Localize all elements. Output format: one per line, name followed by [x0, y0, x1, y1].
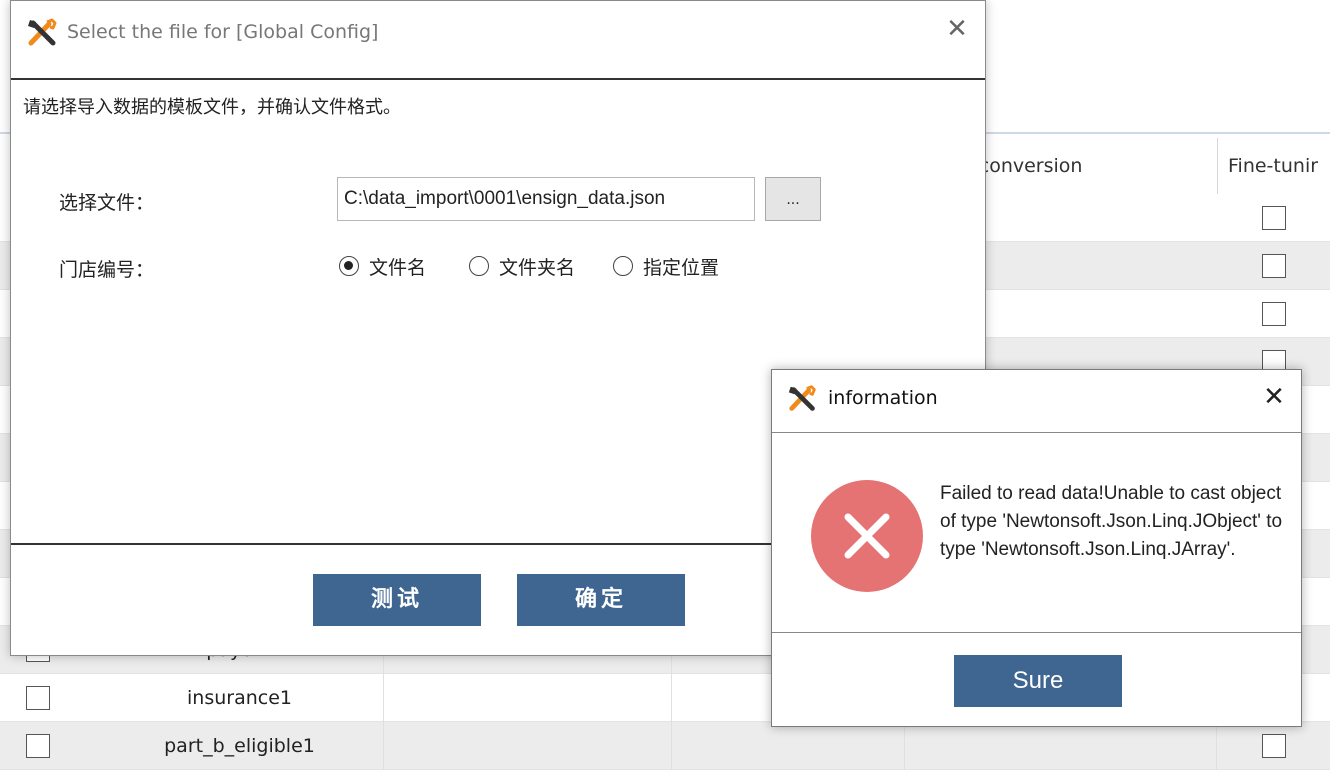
close-icon[interactable]: ✕: [945, 16, 969, 42]
file-path-input[interactable]: C:\data_import\0001\ensign_data.json: [337, 177, 755, 221]
radio-circle[interactable]: [469, 256, 489, 276]
row-checkbox[interactable]: [1262, 734, 1286, 758]
radio-label: 文件夹名: [499, 257, 576, 279]
info-title-divider: [772, 432, 1301, 433]
title-divider: [11, 78, 985, 80]
radio-label: 文件名: [369, 257, 427, 279]
row-checkbox[interactable]: [1262, 302, 1286, 326]
info-footer-divider: [772, 632, 1301, 633]
store-number-label: 门店编号：: [59, 259, 155, 281]
row-checkbox[interactable]: [26, 686, 50, 710]
close-icon[interactable]: ✕: [1262, 384, 1286, 410]
row-cell: [905, 722, 1217, 770]
column-header-fine-tuning[interactable]: Fine-tunir: [1217, 138, 1330, 194]
row-checkbox[interactable]: [1262, 254, 1286, 278]
browse-button[interactable]: ...: [765, 177, 821, 221]
row-cell: [384, 674, 672, 722]
instruction-text: 请选择导入数据的模板文件，并确认文件格式。: [23, 97, 401, 118]
row-field-name: part_b_eligible1: [96, 722, 384, 770]
radio-folder-name[interactable]: 文件夹名: [469, 253, 599, 279]
sure-button[interactable]: Sure: [954, 655, 1122, 707]
error-message: Failed to read data!Unable to cast objec…: [940, 483, 1283, 560]
test-button[interactable]: 测试: [313, 574, 481, 626]
ok-button[interactable]: 确定: [517, 574, 685, 626]
tools-icon: [786, 384, 820, 414]
radio-file-name[interactable]: 文件名: [339, 253, 449, 279]
row-checkbox[interactable]: [26, 734, 50, 758]
row-cell: [384, 722, 672, 770]
file-label: 选择文件：: [59, 192, 155, 214]
dialog-title: Select the file for [Global Config]: [67, 21, 379, 43]
radio-specified-position[interactable]: 指定位置: [613, 253, 753, 279]
row-cell: [672, 722, 905, 770]
radio-circle[interactable]: [613, 256, 633, 276]
radio-circle[interactable]: [339, 256, 359, 276]
radio-label: 指定位置: [643, 257, 720, 279]
info-dialog-title: information: [828, 387, 938, 409]
information-dialog: information ✕ Failed to read data!Unable…: [771, 369, 1302, 727]
table-row[interactable]: part_b_eligible1: [0, 722, 1330, 770]
row-checkbox[interactable]: [1262, 206, 1286, 230]
dialog-title-bar[interactable]: Select the file for [Global Config] ✕: [11, 1, 985, 79]
error-icon: [811, 480, 923, 592]
tools-icon: [25, 18, 61, 48]
row-field-name: insurance1: [96, 674, 384, 722]
